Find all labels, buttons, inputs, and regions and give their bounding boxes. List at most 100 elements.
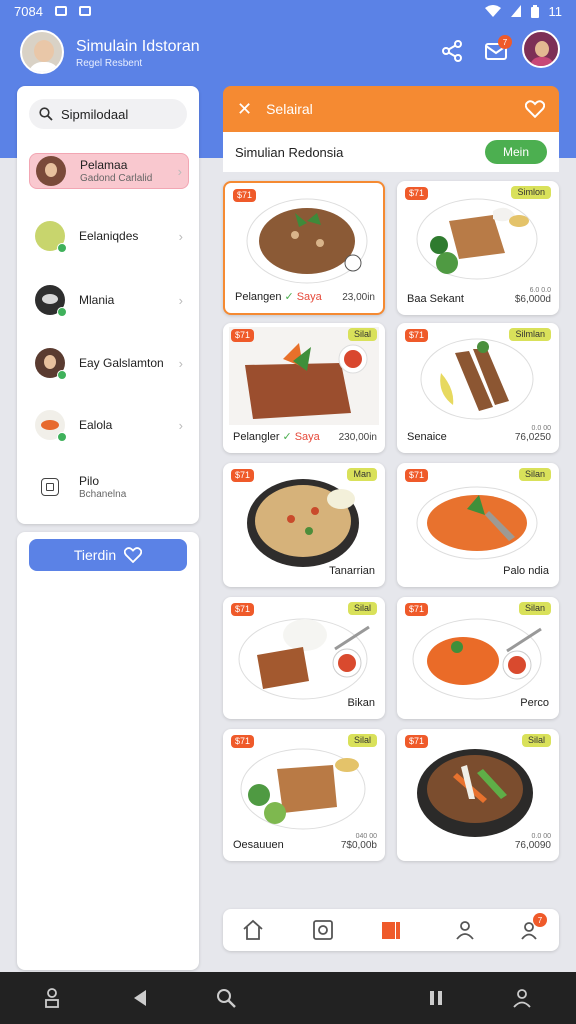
dish-category: Silal — [347, 734, 377, 747]
dish-card[interactable]: $71 Silal Oesauuen 040 00 7$0,00b — [223, 729, 385, 861]
app-subtitle: Regel Resbent — [76, 58, 143, 69]
dish-name: Palo ndia — [503, 565, 549, 577]
dish-number: $71 — [405, 187, 429, 200]
contact-name: Pilo — [79, 474, 100, 488]
contact-avatar — [35, 221, 67, 253]
home-icon[interactable] — [241, 918, 265, 942]
dish-number: $71 — [231, 329, 255, 342]
dish-category: Silmlan — [509, 328, 551, 341]
dish-card[interactable]: $71 Pelangen ✓ Saya 23,00in — [223, 181, 385, 315]
close-icon[interactable]: ✕ — [237, 99, 252, 120]
dish-card[interactable]: $71 Silmlan Senaice 0.0 00 76,0250 — [397, 323, 559, 453]
dish-card[interactable]: $71 Silan Palo ndia — [397, 463, 559, 587]
contact-item[interactable]: Eay Galslamton › — [29, 345, 189, 381]
status-right-text: 11 — [548, 3, 563, 19]
contact-item[interactable]: Pilo Bchanelna — [29, 469, 189, 505]
heart-icon[interactable] — [525, 100, 545, 118]
screenshot-icon — [78, 6, 91, 16]
contact-name: Pelamaa — [80, 158, 128, 172]
search-icon — [39, 107, 53, 121]
contact-subtitle: Bchanelna — [79, 489, 127, 500]
contact-item[interactable]: Mlania › — [29, 282, 189, 318]
scan-icon[interactable] — [311, 918, 335, 942]
dish-price: 0.0 00 76,0090 — [514, 833, 551, 851]
dish-name: Senaice — [407, 431, 447, 443]
battery-icon — [530, 4, 539, 18]
account-icon[interactable] — [510, 986, 534, 1010]
bottom-navigation: 7 — [223, 909, 559, 951]
notification-badge: 7 — [533, 913, 547, 927]
messages-button[interactable]: 7 — [484, 35, 512, 65]
panel-subheader: Simulian Redonsia Mein — [223, 132, 559, 172]
contact-name: Eelaniqdes — [79, 229, 139, 243]
online-check-icon — [57, 370, 67, 380]
actions-panel: Tierdin — [17, 532, 199, 970]
back-icon[interactable] — [128, 986, 152, 1010]
dish-card[interactable]: $71 Silal 0.0 00 76,0090 — [397, 729, 559, 861]
dish-name: Oesauuen — [233, 839, 284, 851]
favorite-button-label: Tierdin — [73, 547, 117, 563]
contact-name: Mlania — [79, 293, 115, 307]
contact-name: Ealola — [79, 418, 113, 432]
dish-name: Baa Sekant — [407, 293, 464, 305]
status-time: 7084 — [14, 3, 43, 19]
search-text: Sipmilodaal — [61, 106, 129, 122]
panel-header: ✕ Selairal — [223, 86, 559, 132]
profile-avatar[interactable] — [20, 30, 64, 74]
dish-category: Silan — [518, 468, 551, 481]
profile-icon[interactable] — [453, 918, 477, 942]
dish-card[interactable]: $71 Man Tanarrian — [223, 463, 385, 587]
contacts-panel: Sipmilodaal Pelamaa Gadond Carlalid › Eel… — [17, 86, 199, 524]
panel-title: Selairal — [266, 101, 313, 117]
dish-category: Silal — [347, 328, 377, 341]
menu-button[interactable]: Mein — [485, 140, 547, 164]
contact-item[interactable]: Ealola › — [29, 407, 189, 443]
message-badge: 7 — [498, 35, 512, 49]
dish-name: Pelangen ✓ Saya — [235, 291, 322, 303]
search-field[interactable]: Sipmilodaal — [29, 99, 187, 129]
favorite-button[interactable]: Tierdin — [29, 539, 187, 571]
online-check-icon — [57, 432, 67, 442]
dish-category: Silan — [518, 602, 551, 615]
dish-category: Silal — [347, 602, 377, 615]
dish-number: $71 — [405, 735, 429, 748]
contact-name: Eay Galslamton — [79, 356, 164, 370]
share-icon[interactable] — [440, 39, 464, 63]
contact-subtitle: Gadond Carlalid — [80, 173, 153, 184]
notification-icon — [54, 6, 67, 16]
dish-number: $71 — [405, 603, 429, 616]
dish-name: Pelangler ✓ Saya — [233, 431, 320, 443]
dish-category: Man — [347, 468, 377, 481]
dish-number: $71 — [405, 329, 429, 342]
dish-number: $71 — [233, 189, 257, 202]
dish-card[interactable]: $71 Silal Bikan — [223, 597, 385, 719]
recents-icon[interactable] — [424, 986, 448, 1010]
contact-item[interactable]: Eelaniqdes › — [29, 218, 189, 254]
wifi-icon — [484, 5, 501, 17]
dish-card[interactable]: $71 Silal Pelangler ✓ Saya 230,00in — [223, 323, 385, 453]
online-check-icon — [57, 243, 67, 253]
dish-name: Perco — [520, 697, 549, 709]
notifications-button[interactable]: 7 — [519, 913, 547, 944]
dish-price: 040 00 7$0,00b — [340, 833, 377, 851]
contact-item[interactable]: Pelamaa Gadond Carlalid › — [29, 153, 189, 189]
search-icon[interactable] — [214, 986, 238, 1010]
contact-avatar — [36, 156, 66, 186]
dish-price: 230,00in — [338, 432, 377, 443]
dish-card[interactable]: $71 Silan Perco — [397, 597, 559, 719]
dish-card[interactable]: $71 Simlon Baa Sekant 6.0 0.0 $6,000d — [397, 181, 559, 315]
status-bar: 7084 11 — [0, 0, 576, 22]
dish-category: Simlon — [511, 186, 551, 199]
user-avatar[interactable] — [522, 30, 560, 68]
dish-name: Bikan — [347, 697, 375, 709]
chevron-right-icon: › — [178, 228, 183, 244]
dish-price: 6.0 0.0 $6,000d — [514, 287, 551, 305]
menu-book-icon[interactable] — [379, 918, 403, 942]
chevron-right-icon: › — [178, 355, 183, 371]
signal-icon — [510, 5, 521, 17]
dish-number: $71 — [231, 469, 255, 482]
chevron-right-icon: › — [178, 417, 183, 433]
accessibility-icon[interactable] — [40, 986, 64, 1010]
dish-price: 23,00in — [342, 292, 375, 303]
contact-avatar — [35, 348, 67, 380]
